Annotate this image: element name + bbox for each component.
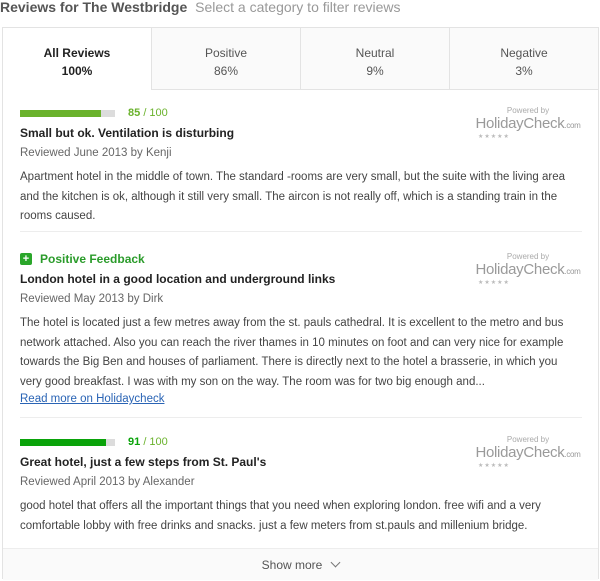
logo-text: HolidayCheck [475, 261, 565, 278]
review-item: 85 / 100 Small but ok. Ventilation is di… [20, 106, 582, 232]
score-value: 91 / 100 [128, 436, 168, 448]
reviews-panel: All Reviews 100% Positive 86% Neutral 9%… [2, 27, 599, 580]
tab-percent: 86% [213, 64, 239, 78]
feedback-label: Positive Feedback [40, 252, 145, 266]
page-subtitle: Select a category to filter reviews [195, 0, 401, 15]
show-more-button[interactable]: Show more [3, 548, 598, 580]
tab-negative[interactable]: Negative 3% [449, 28, 598, 90]
tab-percent: 100% [61, 64, 93, 78]
holidaycheck-logo: HolidayCheck.com [474, 262, 582, 280]
logo-domain: .com [564, 450, 581, 459]
logo-stars-icon: ★★★★★ [478, 463, 510, 469]
chevron-down-icon [330, 557, 341, 568]
review-item: + Positive Feedback London hotel in a go… [20, 252, 582, 418]
logo-text: HolidayCheck [475, 115, 565, 132]
holidaycheck-logo: HolidayCheck.com [474, 116, 582, 134]
holidaycheck-badge[interactable]: Powered by HolidayCheck.com ★★★★★ [474, 106, 582, 140]
plus-icon: + [20, 253, 32, 265]
holidaycheck-logo: HolidayCheck.com [474, 445, 582, 463]
review-text: good hotel that offers all the important… [20, 500, 541, 532]
page-title: Reviews for The Westbridge [0, 0, 188, 15]
review-item: 91 / 100 Great hotel, just a few steps f… [20, 435, 582, 548]
score-bar [20, 109, 115, 117]
filter-tabs: All Reviews 100% Positive 86% Neutral 9%… [3, 28, 598, 90]
page-header: Reviews for The Westbridge Select a cate… [0, 0, 600, 20]
logo-text: HolidayCheck [475, 444, 565, 461]
score-max: / 100 [143, 107, 168, 119]
score-bar-fill [20, 438, 107, 446]
score-value: 85 / 100 [128, 107, 168, 119]
logo-domain: .com [564, 267, 581, 276]
score-max: / 100 [143, 436, 168, 448]
show-more-label: Show more [261, 558, 323, 572]
score-bar [20, 438, 115, 446]
logo-stars-icon: ★★★★★ [478, 280, 510, 286]
tab-all-reviews[interactable]: All Reviews 100% [3, 28, 151, 90]
holidaycheck-badge[interactable]: Powered by HolidayCheck.com ★★★★★ [474, 252, 582, 286]
logo-stars-icon: ★★★★★ [478, 134, 510, 140]
tab-label: Positive [204, 46, 248, 60]
tab-positive[interactable]: Positive 86% [151, 28, 300, 90]
tab-label: Neutral [355, 46, 395, 60]
tab-percent: 9% [366, 64, 384, 78]
review-meta: Reviewed June 2013 by Kenji [20, 147, 172, 159]
tab-label: All Reviews [43, 46, 111, 60]
tab-percent: 3% [515, 64, 533, 78]
score-number: 85 [128, 107, 141, 119]
tab-label: Negative [500, 46, 548, 60]
review-text: Apartment hotel in the middle of town. T… [20, 171, 566, 222]
logo-domain: .com [564, 121, 581, 130]
holidaycheck-badge[interactable]: Powered by HolidayCheck.com ★★★★★ [474, 435, 582, 469]
tab-neutral[interactable]: Neutral 9% [300, 28, 449, 90]
score-number: 91 [128, 436, 141, 448]
review-text: The hotel is located just a few metres a… [20, 317, 564, 388]
review-meta: Reviewed April 2013 by Alexander [20, 476, 195, 488]
review-meta: Reviewed May 2013 by Dirk [20, 293, 164, 305]
read-more-link[interactable]: Read more on Holidaycheck [20, 392, 582, 406]
score-bar-fill [20, 109, 101, 117]
